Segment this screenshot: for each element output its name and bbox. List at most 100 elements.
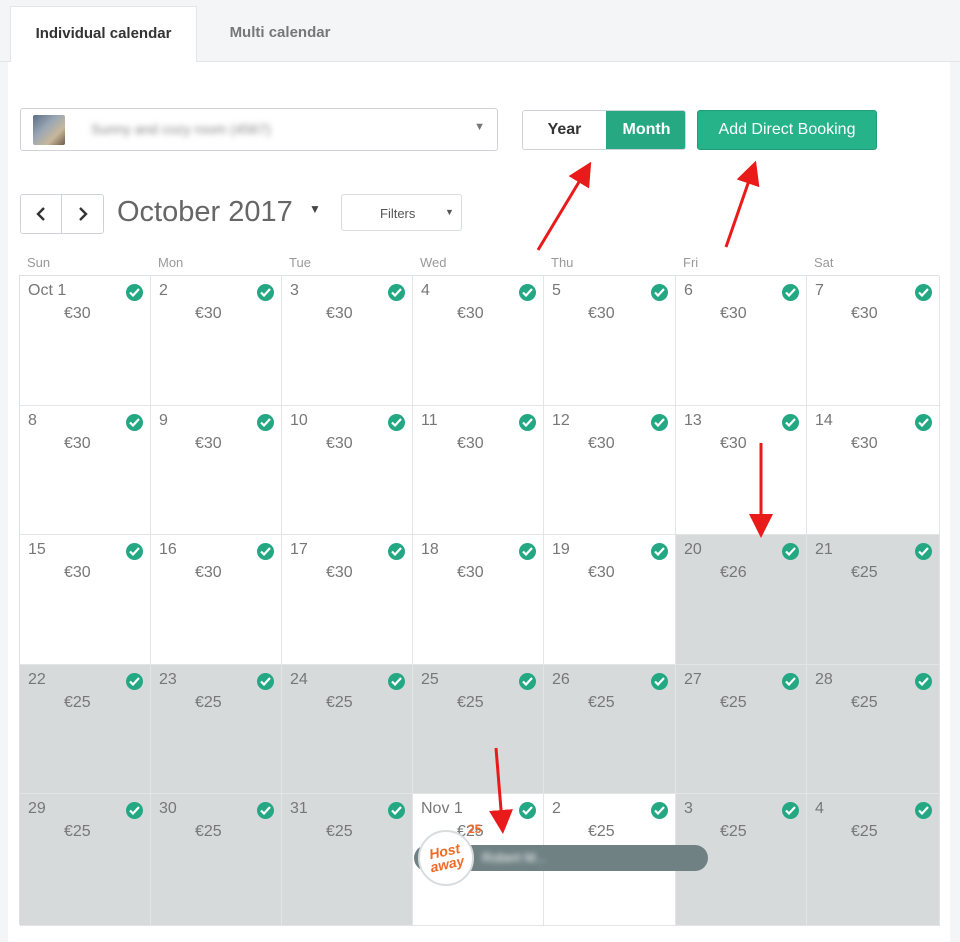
available-check-icon xyxy=(519,673,536,690)
calendar-day-cell[interactable]: 6 €30 xyxy=(676,276,807,406)
previous-month-button[interactable] xyxy=(21,195,63,233)
calendar-day-cell[interactable]: 22 €25 xyxy=(20,665,151,794)
day-number: Nov 1 xyxy=(421,800,463,817)
calendar-day-cell[interactable]: 23 €25 xyxy=(151,665,282,794)
day-price: €30 xyxy=(851,305,878,322)
day-number: 30 xyxy=(159,800,177,817)
weekday-header: Sun xyxy=(27,255,51,270)
calendar-day-cell[interactable]: 13 €30 xyxy=(676,406,807,535)
available-check-icon xyxy=(257,802,274,819)
available-check-icon xyxy=(519,414,536,431)
calendar-day-cell[interactable]: 4 €25 xyxy=(807,794,940,926)
day-price: €25 xyxy=(195,694,222,711)
filters-dropdown[interactable]: Filters ▼ xyxy=(341,194,462,231)
available-check-icon xyxy=(651,802,668,819)
available-check-icon xyxy=(651,673,668,690)
day-number: 22 xyxy=(28,671,46,688)
tab-multi-calendar[interactable]: Multi calendar xyxy=(200,6,360,63)
day-price: €30 xyxy=(195,435,222,452)
calendar-day-cell[interactable]: 16 €30 xyxy=(151,535,282,665)
available-check-icon xyxy=(388,543,405,560)
day-price: €30 xyxy=(64,305,91,322)
available-check-icon xyxy=(651,414,668,431)
available-check-icon xyxy=(126,284,143,301)
available-check-icon xyxy=(388,673,405,690)
day-number: 25 xyxy=(421,671,439,688)
day-price: €30 xyxy=(457,305,484,322)
calendar-day-cell[interactable]: 21 €25 xyxy=(807,535,940,665)
calendar-day-cell[interactable]: 31 €25 xyxy=(282,794,413,926)
calendar-day-cell[interactable]: 2 €30 xyxy=(151,276,282,406)
day-price: €30 xyxy=(720,435,747,452)
available-check-icon xyxy=(257,284,274,301)
weekday-header: Mon xyxy=(158,255,184,270)
calendar-day-cell[interactable]: 5 €30 xyxy=(544,276,676,406)
calendar-day-cell[interactable]: 27 €25 xyxy=(676,665,807,794)
calendar-day-cell[interactable]: 3 €30 xyxy=(282,276,413,406)
calendar-day-cell[interactable]: 30 €25 xyxy=(151,794,282,926)
next-month-button[interactable] xyxy=(62,195,103,233)
month-view-button[interactable]: Month xyxy=(606,111,685,149)
calendar-day-cell[interactable]: 12 €30 xyxy=(544,406,676,535)
available-check-icon xyxy=(126,543,143,560)
calendar-day-cell[interactable]: 17 €30 xyxy=(282,535,413,665)
calendar-day-cell[interactable]: 10 €30 xyxy=(282,406,413,535)
day-price: €25 xyxy=(326,823,353,840)
calendar-day-cell[interactable]: 11 €30 xyxy=(413,406,544,535)
calendar-day-cell[interactable]: 18 €30 xyxy=(413,535,544,665)
day-number: 20 xyxy=(684,541,702,558)
calendar-day-cell[interactable]: 7 €30 xyxy=(807,276,940,406)
day-number: 16 xyxy=(159,541,177,558)
calendar-day-cell[interactable]: 8 €30 xyxy=(20,406,151,535)
available-check-icon xyxy=(782,414,799,431)
day-number: 10 xyxy=(290,412,308,429)
calendar-day-cell[interactable]: 25 €25 xyxy=(413,665,544,794)
day-price: €25 xyxy=(851,823,878,840)
calendar-day-cell[interactable]: 15 €30 xyxy=(20,535,151,665)
day-number: 18 xyxy=(421,541,439,558)
day-number: 24 xyxy=(290,671,308,688)
month-title[interactable]: October 2017 xyxy=(117,196,293,229)
hostaway-logo-text: Host away xyxy=(427,840,466,876)
calendar-day-cell[interactable]: 19 €30 xyxy=(544,535,676,665)
calendar-day-cell[interactable]: 26 €25 xyxy=(544,665,676,794)
calendar-day-cell[interactable]: 4 €30 xyxy=(413,276,544,406)
year-view-button[interactable]: Year xyxy=(523,111,606,149)
weekday-header: Wed xyxy=(420,255,447,270)
day-price: €30 xyxy=(64,564,91,581)
day-price: €25 xyxy=(457,694,484,711)
day-number: 26 xyxy=(552,671,570,688)
available-check-icon xyxy=(388,284,405,301)
chevron-right-icon xyxy=(78,207,88,221)
calendar-day-cell[interactable]: 20 €26 xyxy=(676,535,807,665)
available-check-icon xyxy=(126,673,143,690)
caret-down-icon: ▼ xyxy=(445,207,454,217)
weekday-header: Thu xyxy=(551,255,574,270)
booking-price-tag: 25 xyxy=(468,822,482,836)
day-number: 3 xyxy=(684,800,693,817)
listing-name: Sunny and cozy room (4567) xyxy=(91,121,271,137)
calendar-day-cell[interactable]: 24 €25 xyxy=(282,665,413,794)
tab-individual-calendar[interactable]: Individual calendar xyxy=(10,6,197,63)
day-price: €25 xyxy=(588,694,615,711)
day-price: €30 xyxy=(720,305,747,322)
available-check-icon xyxy=(388,414,405,431)
day-price: €30 xyxy=(326,305,353,322)
day-number: 9 xyxy=(159,412,168,429)
day-price: €25 xyxy=(64,823,91,840)
day-price: €30 xyxy=(326,564,353,581)
day-price: €30 xyxy=(588,305,615,322)
calendar-day-cell[interactable]: 9 €30 xyxy=(151,406,282,535)
calendar-day-cell[interactable]: 14 €30 xyxy=(807,406,940,535)
listing-select[interactable]: Sunny and cozy room (4567) ▼ xyxy=(20,108,498,151)
day-price: €25 xyxy=(720,694,747,711)
add-direct-booking-button[interactable]: Add Direct Booking xyxy=(697,110,877,150)
day-price: €30 xyxy=(851,435,878,452)
day-number: 2 xyxy=(552,800,561,817)
calendar-day-cell[interactable]: 28 €25 xyxy=(807,665,940,794)
caret-down-icon[interactable]: ▼ xyxy=(309,202,321,216)
calendar-day-cell[interactable]: 29 €25 xyxy=(20,794,151,926)
calendar-day-cell[interactable]: Oct 1 €30 xyxy=(20,276,151,406)
day-number: 13 xyxy=(684,412,702,429)
hostaway-logo: Host away xyxy=(418,830,474,886)
